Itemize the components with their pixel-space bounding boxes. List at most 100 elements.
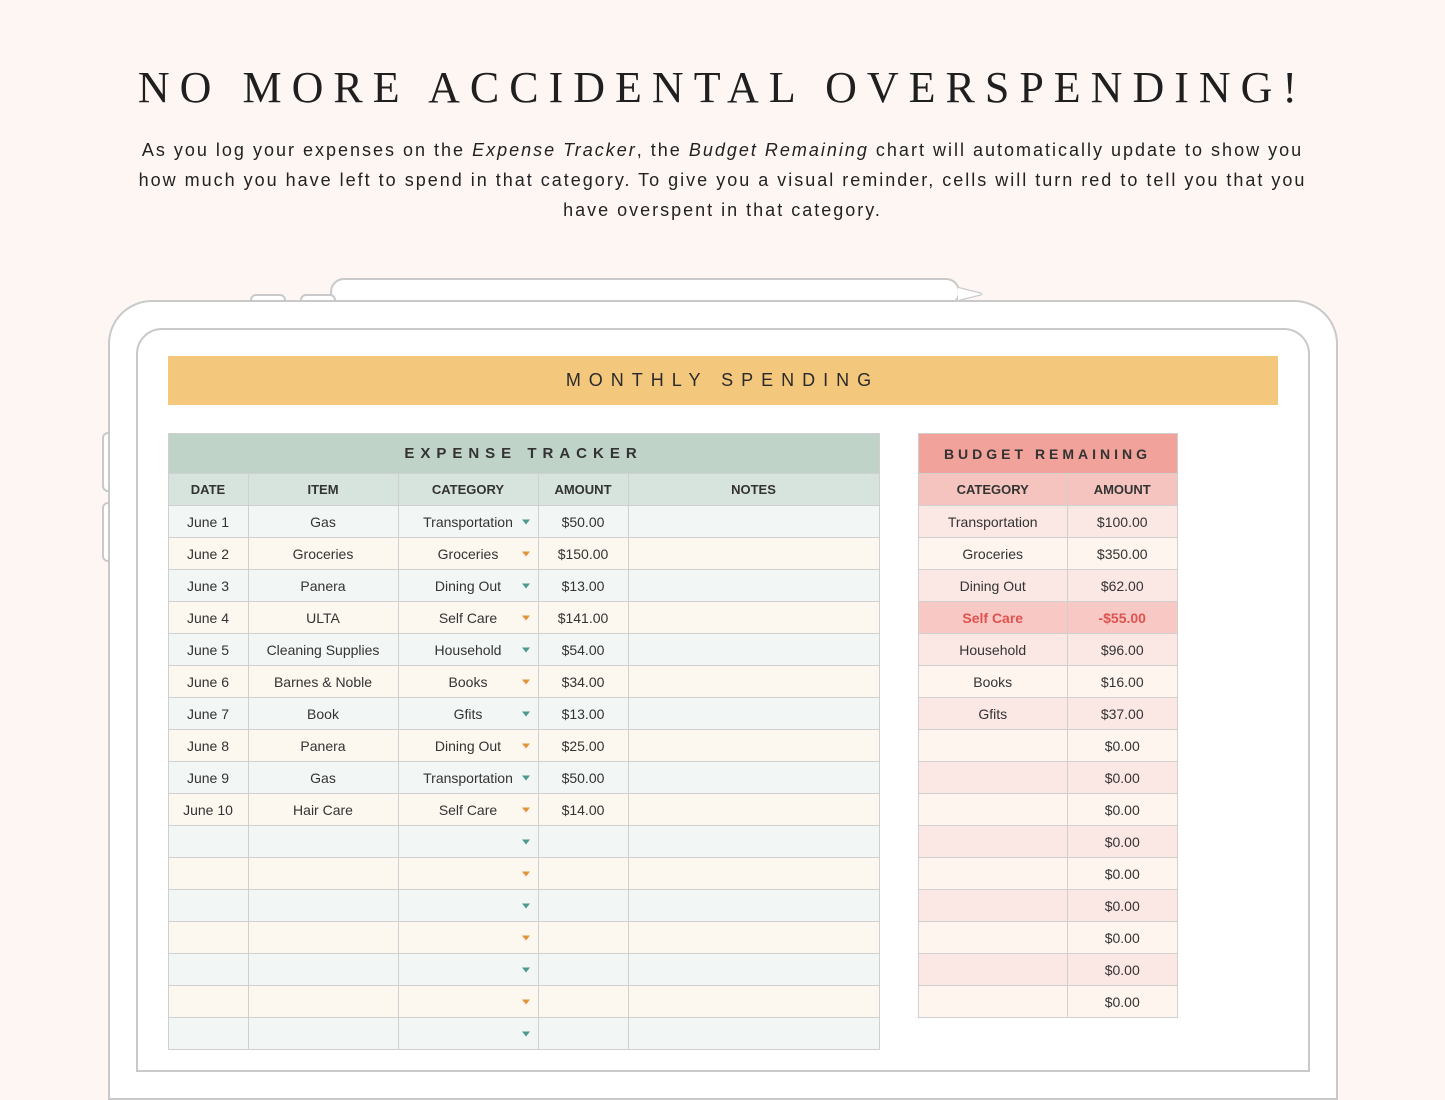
cell-category-dropdown[interactable]: Dining Out [398,730,538,762]
cell-category-dropdown[interactable] [398,826,538,858]
cell-category: Groceries [918,538,1067,570]
expense-row [168,954,879,986]
cell-item[interactable]: Panera [248,730,398,762]
cell-date[interactable]: June 10 [168,794,248,826]
cell-notes[interactable] [628,890,879,922]
cell-category [918,986,1067,1018]
cell-notes[interactable] [628,538,879,570]
cell-category-dropdown[interactable] [398,890,538,922]
cell-amount[interactable] [538,1018,628,1050]
expense-row: June 2GroceriesGroceries$150.00 [168,538,879,570]
cell-date[interactable]: June 2 [168,538,248,570]
cell-category-dropdown[interactable]: Household [398,634,538,666]
cell-date[interactable] [168,986,248,1018]
cell-date[interactable]: June 1 [168,506,248,538]
cell-category [918,922,1067,954]
cell-amount[interactable] [538,922,628,954]
cell-amount[interactable]: $13.00 [538,698,628,730]
cell-date[interactable]: June 4 [168,602,248,634]
cell-amount[interactable]: $25.00 [538,730,628,762]
cell-item[interactable] [248,1018,398,1050]
cell-item[interactable] [248,986,398,1018]
cell-item[interactable] [248,890,398,922]
cell-notes[interactable] [628,1018,879,1050]
cell-category-dropdown[interactable] [398,858,538,890]
cell-date[interactable] [168,954,248,986]
cell-amount[interactable]: $50.00 [538,762,628,794]
cell-category-dropdown[interactable]: Dining Out [398,570,538,602]
cell-notes[interactable] [628,986,879,1018]
cell-item[interactable]: Hair Care [248,794,398,826]
cell-amount: $0.00 [1067,730,1177,762]
cell-item[interactable]: Book [248,698,398,730]
cell-amount[interactable]: $141.00 [538,602,628,634]
cell-amount[interactable]: $13.00 [538,570,628,602]
expense-row [168,826,879,858]
cell-category-dropdown[interactable] [398,954,538,986]
cell-notes[interactable] [628,634,879,666]
cell-amount[interactable]: $34.00 [538,666,628,698]
cell-category-dropdown[interactable]: Transportation [398,506,538,538]
cell-date[interactable]: June 7 [168,698,248,730]
cell-notes[interactable] [628,730,879,762]
cell-notes[interactable] [628,826,879,858]
cell-date[interactable] [168,858,248,890]
cell-notes[interactable] [628,602,879,634]
chevron-down-icon [522,551,530,556]
cell-item[interactable] [248,858,398,890]
cell-notes[interactable] [628,570,879,602]
cell-item[interactable] [248,922,398,954]
cell-item[interactable]: ULTA [248,602,398,634]
cell-date[interactable]: June 3 [168,570,248,602]
cell-category-dropdown[interactable]: Self Care [398,794,538,826]
budget-row: $0.00 [918,890,1177,922]
cell-category-dropdown[interactable] [398,986,538,1018]
cell-notes[interactable] [628,506,879,538]
cell-category-dropdown[interactable]: Books [398,666,538,698]
cell-notes[interactable] [628,794,879,826]
cell-notes[interactable] [628,698,879,730]
cell-amount[interactable] [538,890,628,922]
cell-category-dropdown[interactable]: Transportation [398,762,538,794]
cell-date[interactable]: June 8 [168,730,248,762]
cell-date[interactable]: June 6 [168,666,248,698]
cell-date[interactable] [168,922,248,954]
cell-item[interactable]: Groceries [248,538,398,570]
cell-notes[interactable] [628,762,879,794]
cell-category-dropdown[interactable] [398,922,538,954]
cell-item[interactable] [248,954,398,986]
col-header-amount: AMOUNT [1067,474,1177,506]
cell-item[interactable]: Gas [248,762,398,794]
cell-date[interactable] [168,890,248,922]
cell-date[interactable] [168,826,248,858]
cell-notes[interactable] [628,858,879,890]
expense-tracker-table: EXPENSE TRACKER DATE ITEM CATEGORY AMOUN… [168,433,880,1050]
cell-date[interactable] [168,1018,248,1050]
cell-amount[interactable]: $54.00 [538,634,628,666]
cell-amount[interactable] [538,986,628,1018]
cell-category-dropdown[interactable]: Self Care [398,602,538,634]
cell-notes[interactable] [628,954,879,986]
expense-row: June 9GasTransportation$50.00 [168,762,879,794]
cell-notes[interactable] [628,922,879,954]
cell-item[interactable]: Barnes & Noble [248,666,398,698]
col-header-notes: NOTES [628,474,879,506]
cell-date[interactable]: June 5 [168,634,248,666]
cell-category-dropdown[interactable]: Gfits [398,698,538,730]
cell-amount[interactable]: $14.00 [538,794,628,826]
cell-category-dropdown[interactable] [398,1018,538,1050]
cell-amount[interactable]: $150.00 [538,538,628,570]
cell-item[interactable]: Panera [248,570,398,602]
cell-notes[interactable] [628,666,879,698]
cell-item[interactable]: Gas [248,506,398,538]
expense-row: June 6Barnes & NobleBooks$34.00 [168,666,879,698]
cell-item[interactable]: Cleaning Supplies [248,634,398,666]
cell-amount: $0.00 [1067,762,1177,794]
cell-amount[interactable] [538,826,628,858]
cell-date[interactable]: June 9 [168,762,248,794]
cell-amount[interactable] [538,954,628,986]
cell-amount[interactable] [538,858,628,890]
cell-item[interactable] [248,826,398,858]
cell-amount[interactable]: $50.00 [538,506,628,538]
cell-category-dropdown[interactable]: Groceries [398,538,538,570]
